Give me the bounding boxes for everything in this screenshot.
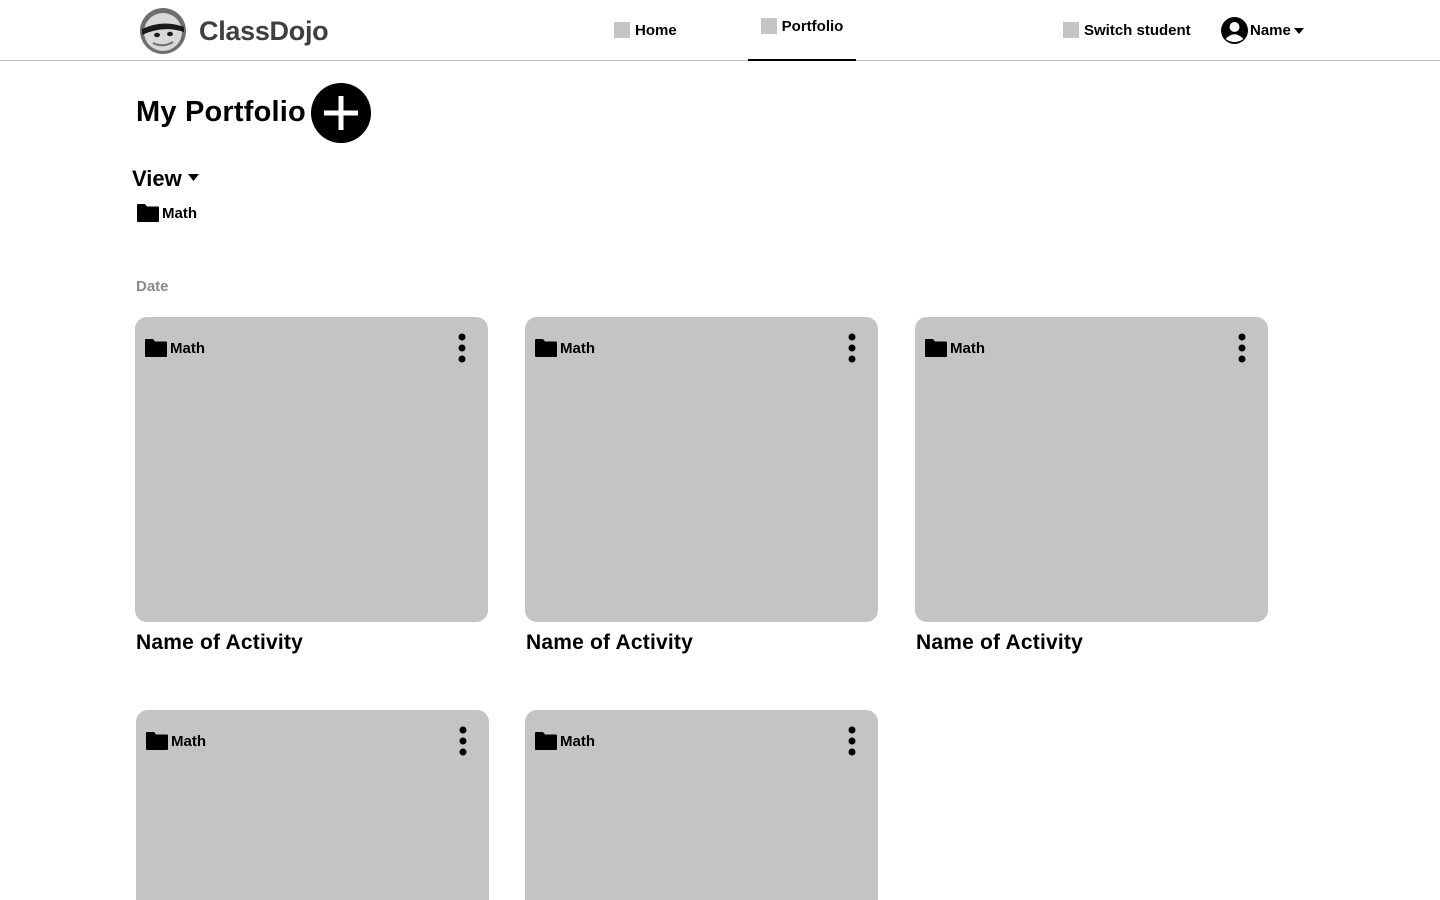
top-nav-bar: ClassDojo Home Portfolio Switch student … [0, 0, 1440, 61]
activity-folder-tag: Math [535, 339, 595, 357]
activity-folder-tag: Math [925, 339, 985, 357]
filter-label: Math [162, 204, 197, 222]
activity-folder-label: Math [560, 732, 595, 750]
activity-card[interactable]: Math [525, 710, 878, 900]
home-icon [614, 22, 630, 38]
switch-student-icon [1063, 22, 1079, 38]
activity-folder-tag: Math [535, 732, 595, 750]
activity-card[interactable]: Math [136, 710, 489, 900]
activity-card[interactable]: Math [915, 317, 1268, 622]
activity-folder-tag: Math [146, 732, 206, 750]
app-name: ClassDojo [199, 15, 329, 46]
folder-icon [925, 339, 947, 357]
user-name: Name [1250, 22, 1291, 39]
classdojo-logo-icon [140, 8, 186, 54]
folder-icon [145, 339, 167, 357]
switch-student-label: Switch student [1084, 21, 1191, 39]
portfolio-icon [760, 18, 777, 34]
activity-folder-label: Math [170, 339, 205, 357]
view-dropdown[interactable]: View [132, 166, 199, 192]
activity-folder-label: Math [950, 339, 985, 357]
caret-down-icon [187, 173, 199, 181]
more-vertical-icon [458, 333, 466, 363]
add-activity-button[interactable] [311, 83, 371, 143]
more-options-button[interactable] [844, 333, 860, 363]
folder-icon [535, 732, 557, 750]
folder-icon [535, 339, 557, 357]
activity-card[interactable]: Math [525, 317, 878, 622]
more-options-button[interactable] [454, 333, 470, 363]
folder-filter-math[interactable]: Math [137, 204, 197, 222]
more-vertical-icon [1238, 333, 1246, 363]
view-label: View [132, 166, 182, 191]
page-title: My Portfolio [136, 96, 306, 128]
nav-home[interactable]: Home [614, 0, 677, 60]
switch-student-button[interactable]: Switch student [1063, 0, 1191, 60]
caret-down-icon [1293, 27, 1304, 34]
more-options-button[interactable] [844, 726, 860, 756]
more-options-button[interactable] [455, 726, 471, 756]
more-options-button[interactable] [1234, 333, 1250, 363]
folder-icon [137, 204, 159, 222]
user-avatar-icon [1221, 17, 1248, 44]
activity-title[interactable]: Name of Activity [526, 631, 693, 655]
more-vertical-icon [459, 726, 467, 756]
more-vertical-icon [848, 333, 856, 363]
activity-folder-tag: Math [145, 339, 205, 357]
activity-folder-label: Math [560, 339, 595, 357]
nav-home-label: Home [635, 21, 677, 39]
activity-folder-label: Math [171, 732, 206, 750]
date-group-label: Date [136, 278, 169, 295]
app-logo[interactable]: ClassDojo [139, 7, 329, 55]
activity-title[interactable]: Name of Activity [916, 631, 1083, 655]
nav-portfolio[interactable]: Portfolio [748, 0, 856, 61]
nav-portfolio-label: Portfolio [781, 17, 844, 35]
plus-icon [324, 96, 358, 130]
activity-card[interactable]: Math [135, 317, 488, 622]
more-vertical-icon [848, 726, 856, 756]
folder-icon [146, 732, 168, 750]
activity-title[interactable]: Name of Activity [136, 631, 303, 655]
user-menu[interactable]: Name [1221, 17, 1304, 44]
